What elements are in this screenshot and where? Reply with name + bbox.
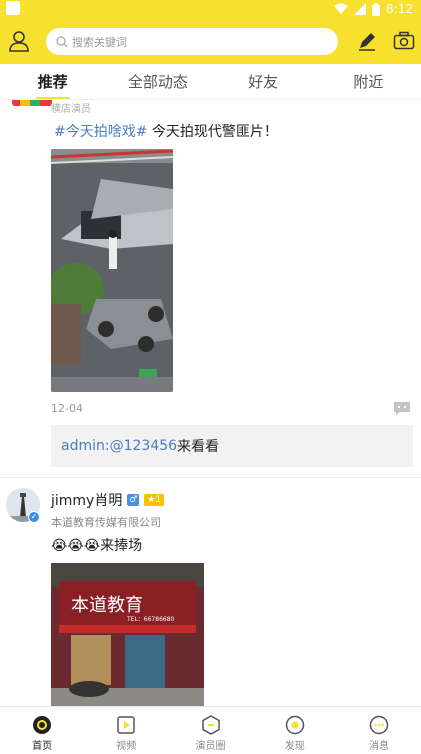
pen-icon[interactable] (356, 30, 378, 52)
status-icons: 8:12 (334, 0, 413, 18)
top-bar: 搜索关键词 (0, 18, 421, 64)
search-icon (56, 35, 68, 47)
nav-actor-circle[interactable]: 演员圈 (168, 707, 252, 754)
comment-author[interactable]: admin: (61, 438, 110, 454)
discover-icon (285, 715, 304, 735)
wifi-icon (334, 3, 349, 14)
comment-text: 来看看 (177, 439, 220, 455)
actor-circle-icon (201, 715, 220, 735)
home-icon (33, 716, 52, 734)
post-author-company: 本道教育传媒有限公司 (51, 516, 161, 529)
user-level-stripe (12, 100, 52, 106)
post-text: #今天拍啥戏# 今天拍现代警匪片！ (54, 121, 278, 141)
tab-friends[interactable]: 好友 (211, 64, 316, 99)
post-author-name[interactable]: jimmy肖明 (51, 490, 122, 510)
verified-badge: ✓ (28, 511, 40, 523)
signal-icon (354, 3, 367, 15)
nav-video[interactable]: 视频 (84, 707, 168, 754)
notification-icon (6, 1, 20, 15)
topic-link[interactable]: #今天拍啥戏# (54, 124, 147, 140)
bottom-nav: 首页 视频 演员圈 发现 消息 (0, 706, 421, 754)
shop-sign: 本道教育 (71, 595, 143, 616)
nav-label: 首页 (32, 741, 53, 752)
user-icon[interactable] (8, 30, 30, 52)
post-photo[interactable]: 本道教育 TEL：66786680 (51, 563, 204, 706)
post-body: 今天拍现代警匪片！ (147, 124, 278, 140)
search-placeholder: 搜索关键词 (72, 35, 127, 49)
feed-tabs: 推荐 全部动态 好友 附近 (0, 64, 421, 100)
camera-icon[interactable] (393, 31, 415, 51)
nav-label: 视频 (116, 741, 137, 752)
level-badge: ★1 (144, 494, 165, 506)
comment-mention[interactable]: @123456 (110, 438, 177, 454)
comment-icon[interactable] (392, 400, 412, 416)
search-input[interactable]: 搜索关键词 (46, 28, 338, 55)
gender-badge: ♂ (127, 494, 140, 506)
nav-label: 演员圈 (195, 741, 226, 752)
nav-home[interactable]: 首页 (0, 707, 84, 754)
battery-icon (372, 2, 381, 16)
post-photo[interactable] (51, 149, 173, 392)
message-icon (369, 715, 389, 735)
comment-box[interactable]: admin: @123456 来看看 (51, 425, 413, 467)
video-icon (117, 716, 136, 734)
shop-sign-tel: TEL：66786680 (126, 616, 175, 623)
status-time: 8:12 (386, 2, 413, 16)
nav-label: 发现 (284, 741, 305, 752)
crash-scene-image (51, 149, 173, 392)
tab-recommend[interactable]: 推荐 (0, 64, 105, 99)
tab-all-activity[interactable]: 全部动态 (105, 64, 210, 99)
status-bar: 8:12 (0, 0, 421, 18)
post-divider (0, 477, 421, 478)
post-author-role: 横店演员 (51, 104, 91, 115)
tab-nearby[interactable]: 附近 (316, 64, 421, 99)
post-text: 😭😭😭来捧场 (51, 538, 143, 554)
storefront-image: 本道教育 TEL：66786680 (51, 563, 204, 706)
post-date: 12-04 (51, 402, 83, 415)
nav-discover[interactable]: 发现 (253, 707, 337, 754)
nav-messages[interactable]: 消息 (337, 707, 421, 754)
post-author-row: jimmy肖明 ♂ ★1 (51, 490, 165, 510)
feed[interactable]: 横店演员 #今天拍啥戏# 今天拍现代警匪片！ 12-04 admin: @123… (0, 100, 421, 706)
nav-label: 消息 (368, 741, 389, 752)
